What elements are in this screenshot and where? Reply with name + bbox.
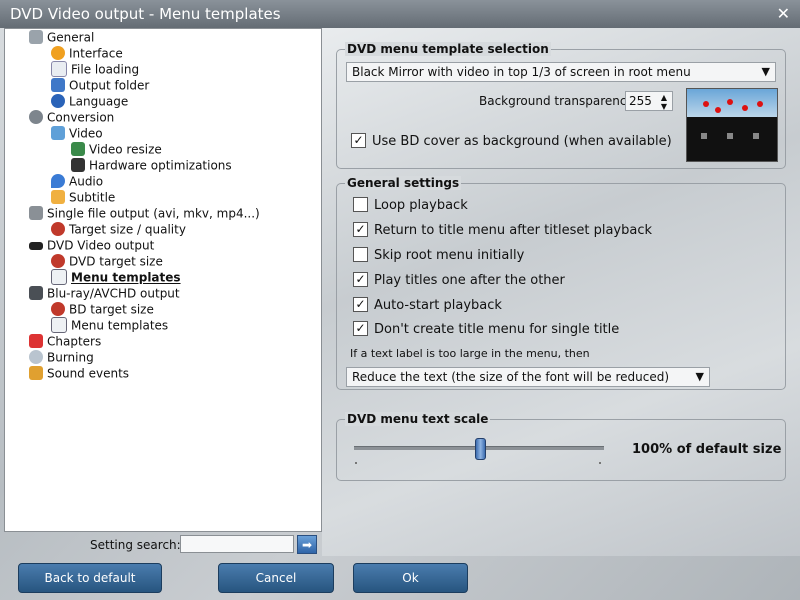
label-too-large-text: If a text label is too large in the menu… bbox=[350, 347, 590, 360]
tree-item-subtitle[interactable]: Subtitle bbox=[51, 189, 115, 205]
tree-item-language[interactable]: Language bbox=[51, 93, 128, 109]
folder-icon bbox=[51, 77, 65, 92]
subtitle-icon bbox=[51, 189, 65, 204]
tree-item-file-loading[interactable]: File loading bbox=[51, 60, 139, 77]
template-select-value: Black Mirror with video in top 1/3 of sc… bbox=[352, 65, 691, 79]
arrow-right-icon: ➡ bbox=[301, 538, 313, 552]
tree-item-video-resize[interactable]: Video resize bbox=[71, 141, 162, 157]
tree-item-target-size-quality[interactable]: Target size / quality bbox=[51, 221, 186, 237]
label-too-large-select[interactable]: Reduce the text (the size of the font wi… bbox=[346, 367, 710, 387]
setting-search-input[interactable] bbox=[180, 535, 294, 553]
target-icon bbox=[51, 221, 65, 236]
play-titles-sequentially-checkbox[interactable]: ✓ Play titles one after the other bbox=[353, 272, 565, 290]
return-to-title-menu-checkbox[interactable]: ✓ Return to title menu after titleset pla… bbox=[353, 222, 652, 240]
target-icon bbox=[51, 253, 65, 268]
label-too-large-value: Reduce the text (the size of the font wi… bbox=[352, 370, 670, 384]
chip-icon bbox=[71, 157, 85, 172]
settings-tree: General Interface File loading Output fo… bbox=[4, 28, 322, 532]
tree-item-bluray-avchd-output[interactable]: Blu-ray/AVCHD output bbox=[29, 285, 180, 301]
tree-item-dvd-video-output[interactable]: DVD Video output bbox=[29, 237, 154, 253]
transparency-value: 255 bbox=[629, 94, 652, 108]
tree-item-burning[interactable]: Burning bbox=[29, 349, 94, 365]
resize-icon bbox=[71, 141, 85, 156]
back-to-default-button[interactable]: Back to default bbox=[18, 563, 162, 593]
interface-icon bbox=[51, 45, 65, 60]
text-scale-title: DVD menu text scale bbox=[345, 412, 491, 426]
text-scale-value: 100% of default size bbox=[632, 442, 782, 457]
menu-list-icon bbox=[51, 316, 67, 333]
tree-item-general[interactable]: General bbox=[29, 29, 94, 45]
hd-icon bbox=[29, 285, 43, 300]
tree-item-chapters[interactable]: Chapters bbox=[29, 333, 101, 349]
tree-item-video[interactable]: Video bbox=[51, 125, 103, 141]
template-preview-image bbox=[686, 88, 778, 162]
dvd-icon bbox=[29, 241, 43, 250]
title-bar: DVD Video output - Menu templates ✕ bbox=[0, 0, 800, 28]
dropdown-arrow-icon: ▼ bbox=[761, 65, 770, 78]
tree-item-menu-templates-dvd[interactable]: Menu templates bbox=[51, 268, 181, 285]
spin-arrows-icon[interactable]: ▲ ▼ bbox=[661, 93, 667, 111]
close-icon[interactable]: ✕ bbox=[777, 4, 790, 23]
auto-start-playback-checkbox[interactable]: ✓ Auto-start playback bbox=[353, 297, 502, 315]
search-go-button[interactable]: ➡ bbox=[297, 535, 317, 554]
tree-item-sound-events[interactable]: Sound events bbox=[29, 365, 129, 381]
file-icon bbox=[51, 60, 67, 77]
speaker-icon bbox=[29, 365, 43, 380]
template-select[interactable]: Black Mirror with video in top 1/3 of sc… bbox=[346, 62, 776, 82]
tree-item-conversion[interactable]: Conversion bbox=[29, 109, 114, 125]
flag-icon bbox=[29, 333, 43, 348]
text-scale-slider-handle[interactable] bbox=[475, 438, 486, 460]
loop-playback-checkbox[interactable]: Loop playback bbox=[353, 197, 468, 215]
wrench-icon bbox=[29, 29, 43, 44]
checkbox-box: ✓ bbox=[351, 133, 366, 148]
menu-list-icon bbox=[51, 268, 67, 285]
transparency-label: Background transparency: bbox=[479, 94, 637, 108]
skip-root-menu-checkbox[interactable]: Skip root menu initially bbox=[353, 247, 524, 265]
tree-item-audio[interactable]: Audio bbox=[51, 173, 103, 189]
globe-icon bbox=[51, 93, 65, 108]
bd-cover-label: Use BD cover as background (when availab… bbox=[372, 134, 672, 149]
slider-tick bbox=[355, 462, 357, 464]
dvd-template-group-title: DVD menu template selection bbox=[345, 42, 551, 56]
setting-search-label: Setting search: bbox=[90, 538, 181, 552]
cancel-button[interactable]: Cancel bbox=[218, 563, 334, 593]
disc-icon bbox=[29, 349, 43, 364]
tree-item-menu-templates-bd[interactable]: Menu templates bbox=[51, 316, 168, 333]
slider-tick bbox=[599, 462, 601, 464]
tree-item-output-folder[interactable]: Output folder bbox=[51, 77, 149, 93]
tree-item-interface[interactable]: Interface bbox=[51, 45, 123, 61]
tree-item-bd-target-size[interactable]: BD target size bbox=[51, 301, 154, 317]
tree-item-dvd-target-size[interactable]: DVD target size bbox=[51, 253, 163, 269]
window-title: DVD Video output - Menu templates bbox=[10, 5, 281, 23]
target-icon bbox=[51, 301, 65, 316]
dropdown-arrow-icon: ▼ bbox=[695, 370, 704, 383]
no-title-menu-single-title-checkbox[interactable]: ✓ Don't create title menu for single titl… bbox=[353, 321, 619, 339]
general-settings-title: General settings bbox=[345, 176, 462, 190]
tree-item-hardware-optimizations[interactable]: Hardware optimizations bbox=[71, 157, 232, 173]
music-note-icon bbox=[51, 173, 65, 188]
transparency-spinner[interactable]: 255 ▲ ▼ bbox=[625, 91, 673, 111]
tree-item-single-file-output[interactable]: Single file output (avi, mkv, mp4...) bbox=[29, 205, 260, 221]
video-icon bbox=[51, 125, 65, 140]
film-icon bbox=[29, 205, 43, 220]
bd-cover-checkbox[interactable]: ✓ Use BD cover as background (when availa… bbox=[351, 133, 672, 151]
gear-icon bbox=[29, 109, 43, 124]
ok-button[interactable]: Ok bbox=[353, 563, 468, 593]
